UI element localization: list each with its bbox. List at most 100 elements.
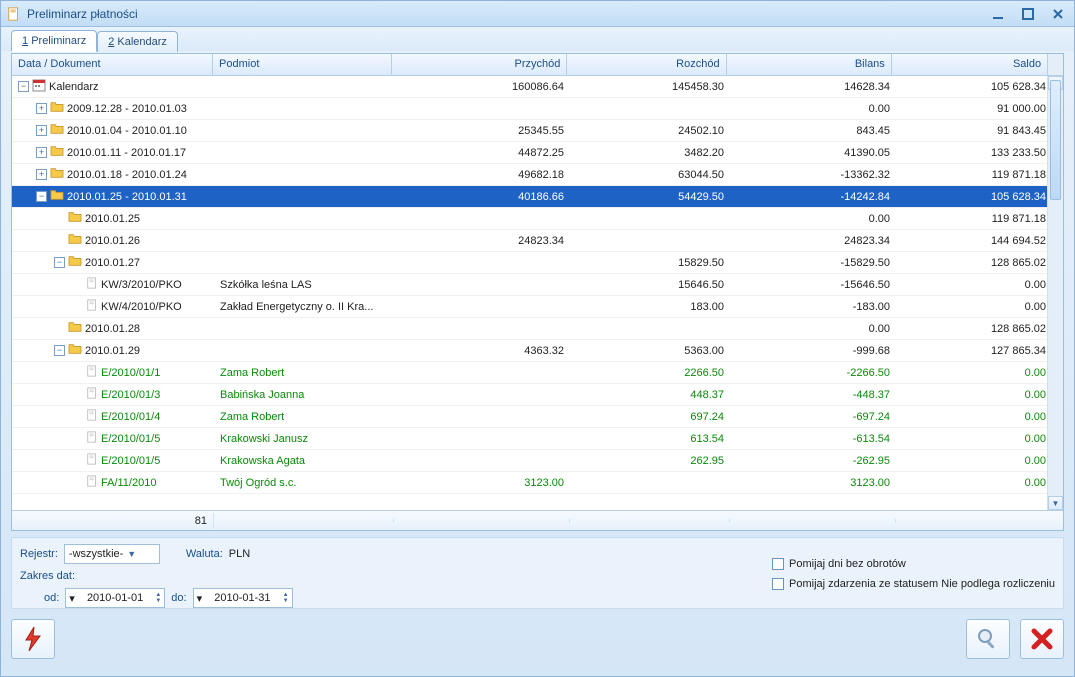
cell-rozchod: 24502.10 <box>570 122 730 140</box>
table-row[interactable]: E/2010/01/4Zama Robert697.24-697.240.00 <box>12 406 1063 428</box>
table-row[interactable]: E/2010/01/1Zama Robert2266.50-2266.500.0… <box>12 362 1063 384</box>
tree-expander[interactable]: − <box>36 191 47 202</box>
close-red-button[interactable] <box>1020 619 1064 659</box>
do-date-input[interactable]: ▾ 2010-01-31 ▲▼ <box>193 588 293 608</box>
cell-doc: −2010.01.25 - 2010.01.31 <box>12 186 214 207</box>
table-row[interactable]: −Kalendarz160086.64145458.3014628.34105 … <box>12 76 1063 98</box>
od-date-input[interactable]: ▾ 2010-01-01 ▲▼ <box>65 588 165 608</box>
cell-rozchod <box>570 238 730 244</box>
zakres-label: Zakres dat: <box>20 570 75 582</box>
cell-saldo: 119 871.18 <box>896 166 1052 184</box>
checkbox-icon[interactable] <box>772 558 784 570</box>
table-row[interactable]: 2010.01.25 0.00119 871.18 <box>12 208 1063 230</box>
folder-icon <box>50 123 64 138</box>
cell-saldo: 0.00 <box>896 364 1052 382</box>
table-row[interactable]: 2010.01.280.00128 865.02 <box>12 318 1063 340</box>
tree-expander[interactable]: + <box>36 103 47 114</box>
tree-expander[interactable]: − <box>54 257 65 268</box>
cell-przychod <box>394 326 570 332</box>
cell-saldo: 119 871.18 <box>896 210 1052 228</box>
cell-saldo: 0.00 <box>896 298 1052 316</box>
checkbox-icon[interactable] <box>772 578 784 590</box>
chk-pomijaj-dni[interactable]: Pomijaj dni bez obrotów <box>772 558 906 570</box>
cell-podmiot <box>214 348 394 354</box>
doc-label: 2010.01.18 - 2010.01.24 <box>67 169 187 181</box>
cell-podmiot: Szkółka leśna LAS <box>214 276 394 294</box>
cell-przychod <box>394 414 570 420</box>
cell-bilans: 843.45 <box>730 122 896 140</box>
scroll-down-icon[interactable]: ▼ <box>1048 496 1063 510</box>
doc-label: 2010.01.04 - 2010.01.10 <box>67 125 187 137</box>
cell-doc: − 2010.01.29 <box>12 340 214 361</box>
cell-rozchod: 54429.50 <box>570 188 730 206</box>
od-label: od: <box>44 592 59 604</box>
close-button[interactable] <box>1048 6 1068 22</box>
grid-footer: 81 <box>12 510 1063 530</box>
folder-icon <box>50 189 64 204</box>
spinner-icon[interactable]: ▲▼ <box>283 592 289 604</box>
cell-saldo: 127 865.34 <box>896 342 1052 360</box>
cell-saldo: 91 843.45 <box>896 122 1052 140</box>
scroll-thumb[interactable] <box>1050 80 1061 200</box>
table-row[interactable]: −2010.01.25 - 2010.01.3140186.6654429.50… <box>12 186 1063 208</box>
col-podmiot[interactable]: Podmiot <box>213 54 392 75</box>
minimize-button[interactable] <box>988 6 1008 22</box>
cell-podmiot: Zakład Energetyczny o. II Kra... <box>214 298 394 316</box>
cell-saldo: 0.00 <box>896 408 1052 426</box>
tree-expander[interactable]: + <box>36 125 47 136</box>
table-row[interactable]: E/2010/01/3Babińska Joanna448.37-448.370… <box>12 384 1063 406</box>
doc-label: 2010.01.29 <box>85 345 140 357</box>
tree-expander[interactable]: + <box>36 169 47 180</box>
cell-podmiot <box>214 326 394 332</box>
cell-bilans: -15829.50 <box>730 254 896 272</box>
cell-bilans: -448.37 <box>730 386 896 404</box>
cell-saldo: 91 000.00 <box>896 100 1052 118</box>
cell-bilans: 0.00 <box>730 210 896 228</box>
tree-expander[interactable]: − <box>18 81 29 92</box>
table-row[interactable]: 2010.01.2624823.3424823.34144 694.52 <box>12 230 1063 252</box>
cell-podmiot <box>214 238 394 244</box>
cell-podmiot <box>214 150 394 156</box>
chk-pomijaj-zdarzenia[interactable]: Pomijaj zdarzenia ze statusem Nie podleg… <box>772 578 1055 590</box>
rejestr-combo[interactable]: -wszystkie- ▼ <box>64 544 160 564</box>
cell-saldo: 133 233.50 <box>896 144 1052 162</box>
cell-bilans: 41390.05 <box>730 144 896 162</box>
col-doc[interactable]: Data / Dokument <box>12 54 213 75</box>
table-row[interactable]: +2010.01.11 - 2010.01.1744872.253482.204… <box>12 142 1063 164</box>
table-row[interactable]: −2010.01.2715829.50-15829.50128 865.02 <box>12 252 1063 274</box>
col-rozchod[interactable]: Rozchód <box>567 54 726 75</box>
cell-doc: +2010.01.11 - 2010.01.17 <box>12 142 214 163</box>
chevron-down-icon: ▾ <box>69 592 75 605</box>
cell-doc: 2010.01.25 <box>12 208 214 229</box>
tree-expander[interactable]: − <box>54 345 65 356</box>
table-row[interactable]: E/2010/01/5Krakowska Agata262.95-262.950… <box>12 450 1063 472</box>
cell-podmiot: Krakowska Agata <box>214 452 394 470</box>
table-row[interactable]: KW/3/2010/PKOSzkółka leśna LAS15646.50-1… <box>12 274 1063 296</box>
table-row[interactable]: FA/11/2010Twój Ogród s.c.3123.003123.000… <box>12 472 1063 494</box>
vertical-scrollbar[interactable]: ▲ ▼ <box>1047 76 1063 510</box>
table-row[interactable]: −2010.01.294363.325363.00-999.68127 865.… <box>12 340 1063 362</box>
tab-preliminarz[interactable]: 1 Preliminarz <box>11 30 97 52</box>
folder-icon <box>68 321 82 336</box>
col-przychod[interactable]: Przychód <box>392 54 567 75</box>
cell-przychod: 160086.64 <box>394 78 570 96</box>
chevron-down-icon: ▾ <box>197 592 203 605</box>
table-row[interactable]: KW/4/2010/PKOZakład Energetyczny o. II K… <box>12 296 1063 318</box>
table-row[interactable]: +2010.01.18 - 2010.01.2449682.1863044.50… <box>12 164 1063 186</box>
table-row[interactable]: E/2010/01/5Krakowski Janusz613.54-613.54… <box>12 428 1063 450</box>
table-row[interactable]: +2009.12.28 - 2010.01.030.0091 000.00 <box>12 98 1063 120</box>
cell-przychod <box>394 370 570 376</box>
cell-bilans: -262.95 <box>730 452 896 470</box>
col-saldo[interactable]: Saldo <box>892 54 1047 75</box>
maximize-button[interactable] <box>1018 6 1038 22</box>
tree-expander[interactable]: + <box>36 147 47 158</box>
tab-kalendarz[interactable]: 2 Kalendarz <box>97 31 178 52</box>
cell-podmiot <box>214 128 394 134</box>
spinner-icon[interactable]: ▲▼ <box>155 592 161 604</box>
col-bilans[interactable]: Bilans <box>727 54 892 75</box>
search-button[interactable] <box>966 619 1010 659</box>
lightning-button[interactable] <box>11 619 55 659</box>
table-row[interactable]: +2010.01.04 - 2010.01.1025345.5524502.10… <box>12 120 1063 142</box>
cell-doc: −2010.01.27 <box>12 252 214 273</box>
do-label: do: <box>171 592 186 604</box>
